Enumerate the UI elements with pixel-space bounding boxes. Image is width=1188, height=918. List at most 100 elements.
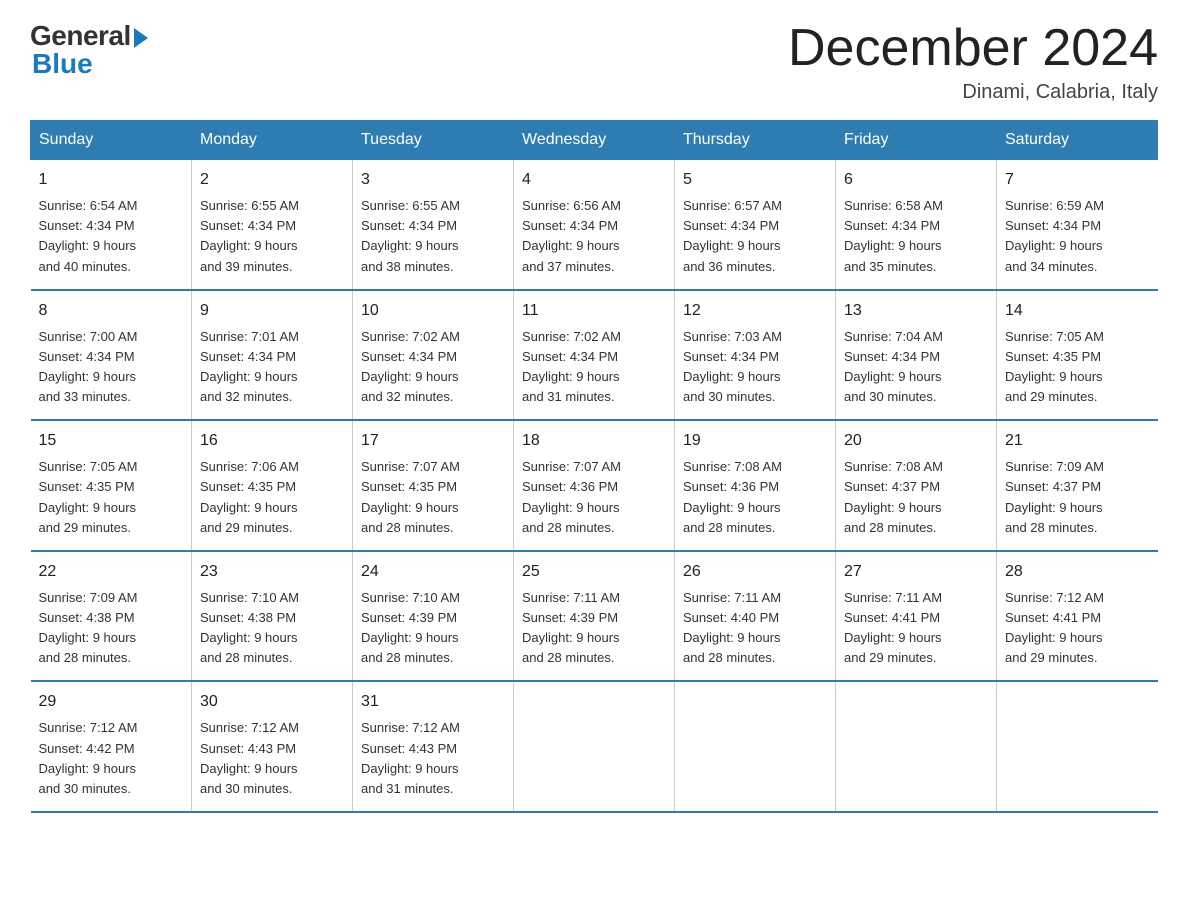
day-info: Sunrise: 7:10 AM Sunset: 4:38 PM Dayligh… (200, 588, 344, 669)
calendar-cell: 23 Sunrise: 7:10 AM Sunset: 4:38 PM Dayli… (192, 551, 353, 682)
calendar-cell: 11 Sunrise: 7:02 AM Sunset: 4:34 PM Dayli… (514, 290, 675, 421)
day-number: 19 (683, 429, 827, 453)
logo-blue-text: Blue (30, 48, 93, 80)
day-info: Sunrise: 7:04 AM Sunset: 4:34 PM Dayligh… (844, 327, 988, 408)
day-info: Sunrise: 7:10 AM Sunset: 4:39 PM Dayligh… (361, 588, 505, 669)
day-info: Sunrise: 7:03 AM Sunset: 4:34 PM Dayligh… (683, 327, 827, 408)
week-row-3: 15 Sunrise: 7:05 AM Sunset: 4:35 PM Dayli… (31, 420, 1158, 551)
week-row-2: 8 Sunrise: 7:00 AM Sunset: 4:34 PM Daylig… (31, 290, 1158, 421)
calendar-cell: 1 Sunrise: 6:54 AM Sunset: 4:34 PM Daylig… (31, 160, 192, 290)
calendar-cell: 6 Sunrise: 6:58 AM Sunset: 4:34 PM Daylig… (836, 160, 997, 290)
day-number: 22 (39, 560, 184, 584)
calendar-cell: 17 Sunrise: 7:07 AM Sunset: 4:35 PM Dayli… (353, 420, 514, 551)
calendar-cell: 19 Sunrise: 7:08 AM Sunset: 4:36 PM Dayli… (675, 420, 836, 551)
day-number: 23 (200, 560, 344, 584)
day-info: Sunrise: 7:11 AM Sunset: 4:40 PM Dayligh… (683, 588, 827, 669)
day-info: Sunrise: 7:08 AM Sunset: 4:36 PM Dayligh… (683, 457, 827, 538)
day-info: Sunrise: 7:07 AM Sunset: 4:36 PM Dayligh… (522, 457, 666, 538)
week-row-4: 22 Sunrise: 7:09 AM Sunset: 4:38 PM Dayli… (31, 551, 1158, 682)
header-thursday: Thursday (675, 121, 836, 160)
day-number: 3 (361, 168, 505, 192)
calendar-cell: 5 Sunrise: 6:57 AM Sunset: 4:34 PM Daylig… (675, 160, 836, 290)
calendar-cell: 20Sunrise: 7:08 AM Sunset: 4:37 PM Dayli… (836, 420, 997, 551)
calendar-cell: 10Sunrise: 7:02 AM Sunset: 4:34 PM Dayli… (353, 290, 514, 421)
header-tuesday: Tuesday (353, 121, 514, 160)
logo: General Blue (30, 20, 148, 80)
day-info: Sunrise: 7:00 AM Sunset: 4:34 PM Dayligh… (39, 327, 184, 408)
header-friday: Friday (836, 121, 997, 160)
day-info: Sunrise: 7:01 AM Sunset: 4:34 PM Dayligh… (200, 327, 344, 408)
calendar-cell (514, 681, 675, 812)
header-wednesday: Wednesday (514, 121, 675, 160)
page-header: General Blue December 2024 Dinami, Calab… (30, 20, 1158, 104)
day-number: 4 (522, 168, 666, 192)
day-number: 14 (1005, 299, 1150, 323)
day-number: 1 (39, 168, 184, 192)
day-number: 5 (683, 168, 827, 192)
calendar-cell (836, 681, 997, 812)
day-info: Sunrise: 7:12 AM Sunset: 4:43 PM Dayligh… (200, 718, 344, 799)
day-number: 6 (844, 168, 988, 192)
month-title: December 2024 (788, 20, 1158, 77)
day-info: Sunrise: 7:12 AM Sunset: 4:43 PM Dayligh… (361, 718, 505, 799)
calendar-cell: 4 Sunrise: 6:56 AM Sunset: 4:34 PM Daylig… (514, 160, 675, 290)
header-monday: Monday (192, 121, 353, 160)
day-number: 21 (1005, 429, 1150, 453)
day-number: 12 (683, 299, 827, 323)
day-number: 8 (39, 299, 184, 323)
day-info: Sunrise: 7:11 AM Sunset: 4:41 PM Dayligh… (844, 588, 988, 669)
calendar-cell: 3 Sunrise: 6:55 AM Sunset: 4:34 PM Daylig… (353, 160, 514, 290)
calendar-cell (675, 681, 836, 812)
day-info: Sunrise: 6:55 AM Sunset: 4:34 PM Dayligh… (361, 196, 505, 277)
calendar-cell: 12 Sunrise: 7:03 AM Sunset: 4:34 PM Dayli… (675, 290, 836, 421)
calendar-cell: 26Sunrise: 7:11 AM Sunset: 4:40 PM Dayli… (675, 551, 836, 682)
day-number: 11 (522, 299, 666, 323)
calendar-cell: 7Sunrise: 6:59 AM Sunset: 4:34 PM Daylig… (997, 160, 1158, 290)
day-info: Sunrise: 7:09 AM Sunset: 4:38 PM Dayligh… (39, 588, 184, 669)
day-number: 25 (522, 560, 666, 584)
calendar-cell: 22 Sunrise: 7:09 AM Sunset: 4:38 PM Dayli… (31, 551, 192, 682)
day-info: Sunrise: 7:12 AM Sunset: 4:42 PM Dayligh… (39, 718, 184, 799)
calendar-cell: 24Sunrise: 7:10 AM Sunset: 4:39 PM Dayli… (353, 551, 514, 682)
day-info: Sunrise: 7:09 AM Sunset: 4:37 PM Dayligh… (1005, 457, 1150, 538)
calendar-cell: 8 Sunrise: 7:00 AM Sunset: 4:34 PM Daylig… (31, 290, 192, 421)
calendar-cell (997, 681, 1158, 812)
header-saturday: Saturday (997, 121, 1158, 160)
week-row-5: 29Sunrise: 7:12 AM Sunset: 4:42 PM Dayli… (31, 681, 1158, 812)
calendar-cell: 30 Sunrise: 7:12 AM Sunset: 4:43 PM Dayli… (192, 681, 353, 812)
day-info: Sunrise: 7:05 AM Sunset: 4:35 PM Dayligh… (39, 457, 184, 538)
title-block: December 2024 Dinami, Calabria, Italy (788, 20, 1158, 104)
calendar-cell: 18Sunrise: 7:07 AM Sunset: 4:36 PM Dayli… (514, 420, 675, 551)
logo-arrow-icon (134, 28, 148, 48)
day-number: 2 (200, 168, 344, 192)
calendar-cell: 14 Sunrise: 7:05 AM Sunset: 4:35 PM Dayli… (997, 290, 1158, 421)
calendar-cell: 25 Sunrise: 7:11 AM Sunset: 4:39 PM Dayli… (514, 551, 675, 682)
day-info: Sunrise: 7:12 AM Sunset: 4:41 PM Dayligh… (1005, 588, 1150, 669)
day-info: Sunrise: 6:56 AM Sunset: 4:34 PM Dayligh… (522, 196, 666, 277)
day-number: 15 (39, 429, 184, 453)
calendar-cell: 2 Sunrise: 6:55 AM Sunset: 4:34 PM Daylig… (192, 160, 353, 290)
day-info: Sunrise: 6:55 AM Sunset: 4:34 PM Dayligh… (200, 196, 344, 277)
day-info: Sunrise: 7:02 AM Sunset: 4:34 PM Dayligh… (522, 327, 666, 408)
day-number: 27 (844, 560, 988, 584)
calendar-cell: 21 Sunrise: 7:09 AM Sunset: 4:37 PM Dayli… (997, 420, 1158, 551)
calendar-cell: 27 Sunrise: 7:11 AM Sunset: 4:41 PM Dayli… (836, 551, 997, 682)
day-info: Sunrise: 7:02 AM Sunset: 4:34 PM Dayligh… (361, 327, 505, 408)
day-info: Sunrise: 7:07 AM Sunset: 4:35 PM Dayligh… (361, 457, 505, 538)
day-info: Sunrise: 6:57 AM Sunset: 4:34 PM Dayligh… (683, 196, 827, 277)
day-number: 20 (844, 429, 988, 453)
day-number: 7 (1005, 168, 1150, 192)
day-info: Sunrise: 7:11 AM Sunset: 4:39 PM Dayligh… (522, 588, 666, 669)
day-number: 13 (844, 299, 988, 323)
calendar-cell: 28 Sunrise: 7:12 AM Sunset: 4:41 PM Dayli… (997, 551, 1158, 682)
calendar-table: SundayMondayTuesdayWednesdayThursdayFrid… (30, 120, 1158, 813)
day-info: Sunrise: 6:54 AM Sunset: 4:34 PM Dayligh… (39, 196, 184, 277)
day-info: Sunrise: 7:05 AM Sunset: 4:35 PM Dayligh… (1005, 327, 1150, 408)
day-number: 17 (361, 429, 505, 453)
day-number: 28 (1005, 560, 1150, 584)
calendar-cell: 31Sunrise: 7:12 AM Sunset: 4:43 PM Dayli… (353, 681, 514, 812)
day-number: 9 (200, 299, 344, 323)
header-sunday: Sunday (31, 121, 192, 160)
day-info: Sunrise: 6:58 AM Sunset: 4:34 PM Dayligh… (844, 196, 988, 277)
day-number: 30 (200, 690, 344, 714)
